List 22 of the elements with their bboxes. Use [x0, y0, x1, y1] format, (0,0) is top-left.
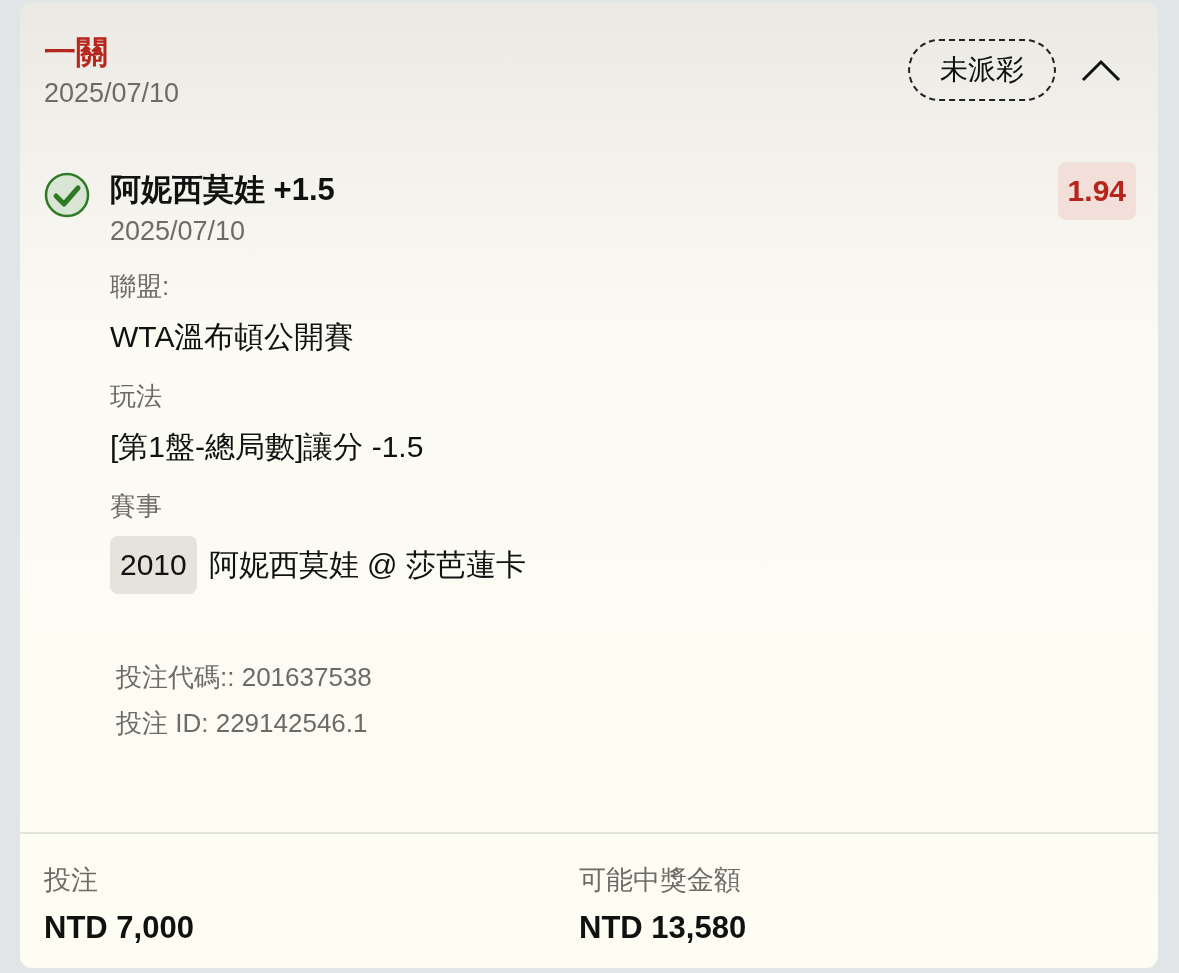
field-value: 阿妮西莫娃 @ 莎芭蓮卡: [208, 547, 526, 583]
bet-type-title: 一關: [44, 33, 109, 72]
field-label: 賽事: [110, 490, 163, 523]
field-label: 聯盟:: [110, 270, 171, 303]
summary-amount: NTD 7,000: [44, 910, 195, 946]
check-circle-icon: [44, 172, 90, 218]
summary-label: 投注: [44, 864, 99, 897]
bet-date: 2025/07/10: [44, 77, 180, 110]
field-value: WTA溫布頓公開賽: [110, 319, 355, 355]
field-value: [第1盤-總局數]讓分 -1.5: [110, 429, 424, 465]
field-label: 玩法: [110, 380, 163, 413]
collapse-toggle[interactable]: [1080, 57, 1122, 83]
selection-date: 2025/07/10: [110, 215, 247, 248]
reference-text: 投注代碼:: 201637538: [116, 661, 373, 694]
status-badge: 未派彩: [908, 39, 1056, 101]
summary-label: 可能中獎金額: [579, 864, 742, 897]
chevron-icon: [1080, 57, 1122, 83]
summary-amount: NTD 13,580: [579, 910, 748, 946]
reference-text: 投注 ID: 229142546.1: [116, 707, 369, 740]
odds-badge: 1.94: [1057, 162, 1136, 220]
selection-name: 阿妮西莫娃 +1.5: [110, 171, 335, 209]
event-code-badge: 2010: [110, 536, 197, 594]
